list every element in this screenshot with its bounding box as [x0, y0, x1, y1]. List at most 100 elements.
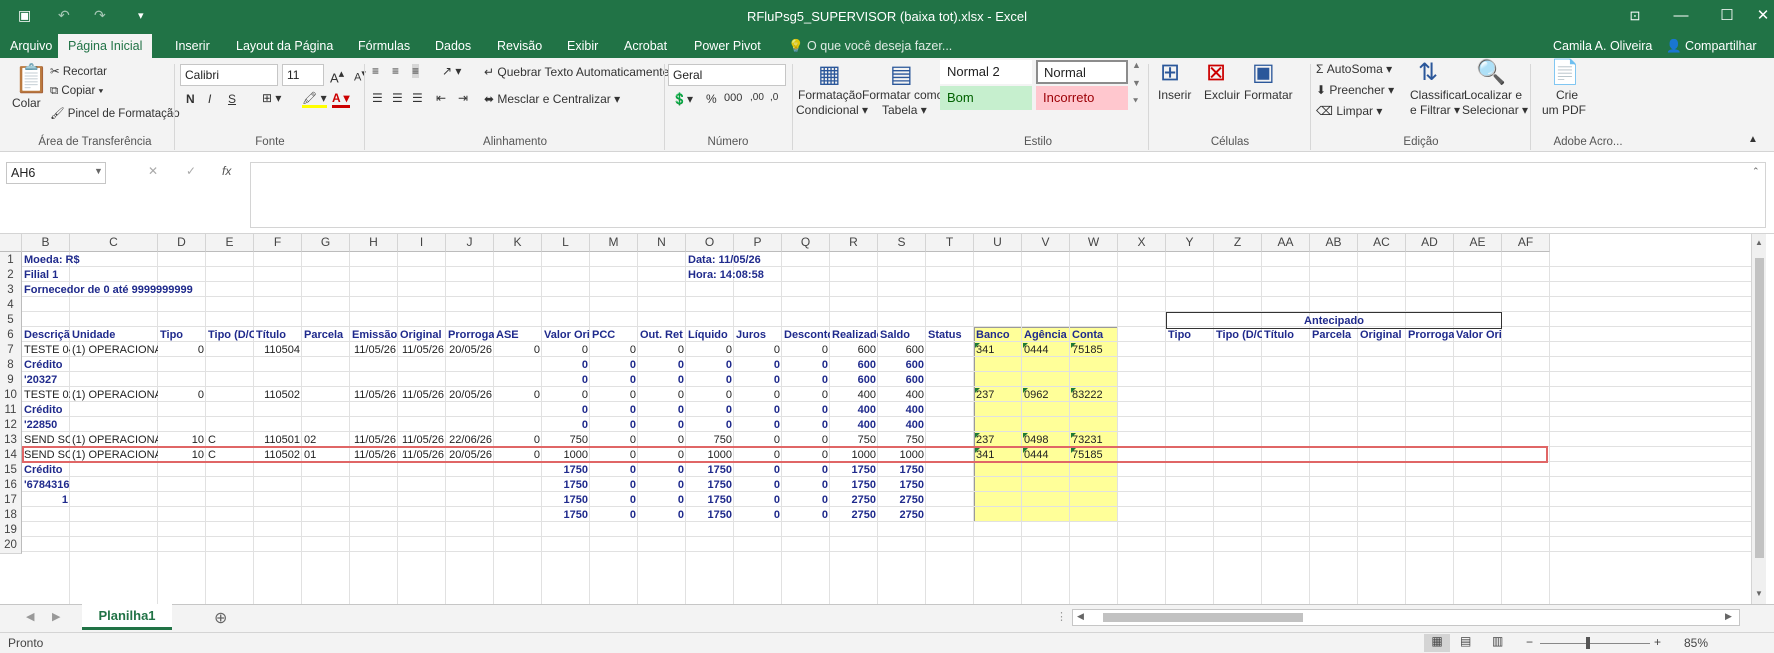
column-header[interactable]: U [974, 234, 1022, 252]
column-header[interactable]: S [878, 234, 926, 252]
orientation-icon[interactable]: ↗ ▾ [442, 64, 461, 78]
prev-sheet-icon[interactable]: ◀ [26, 610, 34, 623]
share-button[interactable]: 👤 Compartilhar [1656, 34, 1767, 58]
align-center-icon[interactable]: ☰ [392, 91, 403, 105]
vertical-scrollbar[interactable]: ▲ ▼ [1751, 234, 1766, 604]
cell[interactable] [350, 507, 398, 524]
column-header[interactable]: Z [1214, 234, 1262, 252]
close-button[interactable]: ✕ [1740, 0, 1774, 34]
tab-layout[interactable]: Layout da Página [226, 34, 343, 58]
column-header[interactable]: C [70, 234, 158, 252]
styles-scroll-up-icon[interactable]: ▲ [1132, 60, 1141, 70]
cell[interactable] [302, 507, 350, 524]
tell-me-search[interactable]: 💡 O que você deseja fazer... [778, 34, 962, 58]
cell[interactable]: Valor Original [1454, 327, 1502, 344]
align-right-icon[interactable]: ☰ [412, 91, 423, 105]
copy-button[interactable]: ⧉ Copiar ▾ [50, 85, 103, 98]
conditional-format-icon[interactable]: ▦ [818, 60, 841, 89]
column-header[interactable]: L [542, 234, 590, 252]
sheet-tab-planilha1[interactable]: Planilha1 [82, 604, 172, 630]
column-header[interactable]: AA [1262, 234, 1310, 252]
column-header[interactable]: F [254, 234, 302, 252]
autosum-button[interactable]: Σ AutoSoma ▾ [1316, 62, 1392, 76]
page-break-icon[interactable]: ▥ [1492, 634, 1503, 648]
cell[interactable]: 0 [590, 507, 638, 524]
clear-button[interactable]: ⌫ Limpar ▾ [1316, 104, 1382, 118]
find-select-button[interactable]: Localizar e [1464, 88, 1522, 102]
column-header[interactable]: B [22, 234, 70, 252]
styles-scroll-down-icon[interactable]: ▼ [1132, 78, 1141, 88]
scroll-right-icon[interactable]: ▶ [1725, 611, 1732, 622]
sort-filter-button[interactable]: Classificar [1410, 88, 1465, 102]
cell[interactable] [158, 507, 206, 524]
spreadsheet-grid[interactable]: B C D E F G H I J K L M N O P Q R S T U V W X Y Z AA AB AC AD AE AF 1 2 3… [0, 234, 1766, 604]
tab-arquivo[interactable]: Arquivo [0, 34, 62, 58]
tab-dados[interactable]: Dados [425, 34, 481, 58]
column-header[interactable]: E [206, 234, 254, 252]
format-cells-icon[interactable]: ▣ [1252, 58, 1275, 87]
cell[interactable]: 0 [782, 507, 830, 524]
percent-icon[interactable]: % [706, 92, 717, 106]
minimize-button[interactable]: — [1658, 0, 1704, 34]
cell[interactable]: 1750 [542, 507, 590, 524]
cell[interactable]: 0 [638, 507, 686, 524]
wrap-text-button[interactable]: ↵ Quebrar Texto Automaticamente [484, 65, 669, 79]
cell[interactable] [206, 507, 254, 524]
scroll-thumb[interactable] [1755, 258, 1764, 558]
tab-inserir[interactable]: Inserir [165, 34, 220, 58]
cell[interactable] [254, 507, 302, 524]
decrease-indent-icon[interactable]: ⇤ [436, 91, 446, 105]
name-box-dropdown-icon[interactable]: ▼ [94, 166, 103, 176]
column-header[interactable]: T [926, 234, 974, 252]
column-header[interactable]: P [734, 234, 782, 252]
ribbon-display-icon[interactable]: ⊡ [1612, 0, 1658, 34]
cancel-icon[interactable]: ✕ [148, 164, 158, 178]
create-pdf-button[interactable]: Crie [1556, 88, 1578, 102]
column-header[interactable]: G [302, 234, 350, 252]
cell[interactable] [446, 507, 494, 524]
formula-input[interactable] [250, 162, 1766, 228]
insert-cells-icon[interactable]: ⊞ [1160, 58, 1180, 87]
add-sheet-icon[interactable]: ⊕ [214, 608, 227, 628]
styles-more-icon[interactable]: ⯆ [1132, 96, 1139, 107]
column-header[interactable]: X [1118, 234, 1166, 252]
fill-button[interactable]: ⬇ Preencher ▾ [1316, 83, 1394, 97]
tab-revisao[interactable]: Revisão [487, 34, 552, 58]
scroll-down-icon[interactable]: ▼ [1755, 589, 1763, 598]
bold-button[interactable]: N [186, 92, 195, 106]
insert-cells-button[interactable]: Inserir [1158, 88, 1191, 102]
font-size-dropdown[interactable]: 11 [282, 64, 324, 86]
conditional-format-button[interactable]: Formatação [798, 88, 862, 102]
cut-button[interactable]: ✂ Recortar [50, 64, 107, 78]
column-header[interactable]: AB [1310, 234, 1358, 252]
style-normal[interactable]: Normal [1036, 60, 1128, 84]
cell[interactable] [1022, 507, 1070, 524]
column-header[interactable]: I [398, 234, 446, 252]
delete-cells-button[interactable]: Excluir [1204, 88, 1240, 102]
column-header[interactable]: Q [782, 234, 830, 252]
underline-button[interactable]: S [228, 92, 236, 106]
cell[interactable] [926, 507, 974, 524]
style-incorreto[interactable]: Incorreto [1036, 86, 1128, 110]
zoom-slider-thumb[interactable] [1586, 637, 1590, 649]
column-header[interactable]: J [446, 234, 494, 252]
align-middle-icon[interactable]: ≡ [392, 64, 399, 78]
column-header[interactable]: M [590, 234, 638, 252]
tab-power-pivot[interactable]: Power Pivot [684, 34, 771, 58]
format-cells-button[interactable]: Formatar [1244, 88, 1293, 102]
format-table-button[interactable]: Formatar como [862, 88, 943, 102]
column-header[interactable]: Y [1166, 234, 1214, 252]
cell[interactable] [494, 507, 542, 524]
select-all-corner[interactable] [0, 234, 22, 252]
fill-color-icon[interactable]: 🖍 ▾ [302, 91, 327, 108]
column-header[interactable]: AE [1454, 234, 1502, 252]
zoom-level[interactable]: 85% [1684, 636, 1708, 650]
format-table-icon[interactable]: ▤ [890, 60, 913, 89]
cell[interactable] [70, 507, 158, 524]
comma-style-icon[interactable]: 000 [724, 92, 742, 104]
horizontal-scrollbar[interactable]: ◀ ▶ [1072, 609, 1740, 626]
cell[interactable]: Tipo (D/C) [1214, 327, 1262, 344]
zoom-in-icon[interactable]: + [1654, 635, 1661, 649]
italic-button[interactable]: I [208, 92, 211, 106]
tab-formulas[interactable]: Fórmulas [348, 34, 420, 58]
